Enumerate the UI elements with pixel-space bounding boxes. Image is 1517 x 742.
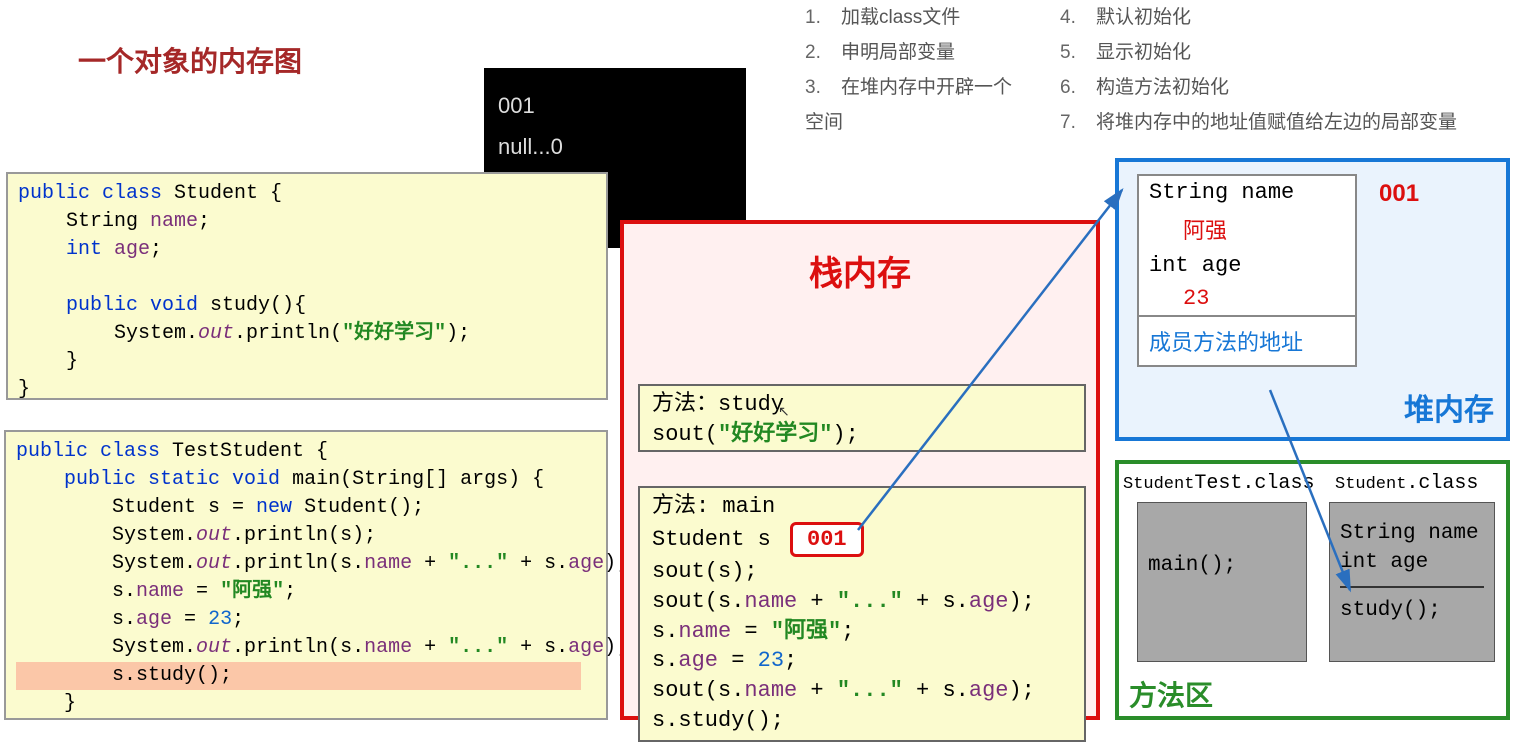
console-line: null...0 <box>498 127 732 168</box>
step-6: 构造方法初始化 <box>1096 77 1229 98</box>
code-student-class: public class Student { String name; int … <box>6 172 608 400</box>
heap-method-ref: 成员方法的地址 <box>1139 315 1355 365</box>
heap-field-age: int age <box>1139 249 1355 282</box>
heap-object: String name 阿强 int age 23 成员方法的地址 <box>1137 174 1357 367</box>
stack-memory: 栈内存 方法：study sout("好好学习"); 方法: main Stud… <box>620 220 1100 720</box>
cursor-icon: ↖ <box>778 403 790 420</box>
heap-address: 001 <box>1379 180 1419 208</box>
stack-frame-main: 方法: main Student s 001 sout(s); sout(s.n… <box>638 486 1086 742</box>
reference-address: 001 <box>790 522 864 558</box>
class-box-test: main(); <box>1137 502 1307 662</box>
heap-memory: 堆内存 001 String name 阿强 int age 23 成员方法的地… <box>1115 158 1510 441</box>
console-line: 001 <box>498 86 732 127</box>
step-1: 加载class文件 <box>841 7 960 28</box>
heap-value-name: 阿强 <box>1139 209 1355 249</box>
method-area-title: 方法区 <box>1129 674 1213 714</box>
step-7: 将堆内存中的地址值赋值给左边的局部变量 <box>1096 112 1457 133</box>
heap-value-age: 23 <box>1139 282 1355 315</box>
method-area: 方法区 StudentTest.class Student.class main… <box>1115 460 1510 720</box>
stack-title: 栈内存 <box>809 246 911 295</box>
highlighted-line: s.study(); <box>16 662 581 690</box>
step-5: 显示初始化 <box>1096 42 1191 63</box>
class-box-student: String name int age study(); <box>1329 502 1495 662</box>
heap-field-name: String name <box>1139 176 1355 209</box>
heap-title: 堆内存 <box>1404 385 1494 429</box>
class-file-label: StudentTest.class <box>1123 472 1314 495</box>
step-2: 申明局部变量 <box>841 42 955 63</box>
diagram-title: 一个对象的内存图 <box>78 40 302 80</box>
class-file-label: Student.class <box>1335 472 1478 495</box>
code-test-class: public class TestStudent { public static… <box>4 430 608 720</box>
step-4: 默认初始化 <box>1096 7 1191 28</box>
stack-frame-study: 方法：study sout("好好学习"); <box>638 384 1086 452</box>
